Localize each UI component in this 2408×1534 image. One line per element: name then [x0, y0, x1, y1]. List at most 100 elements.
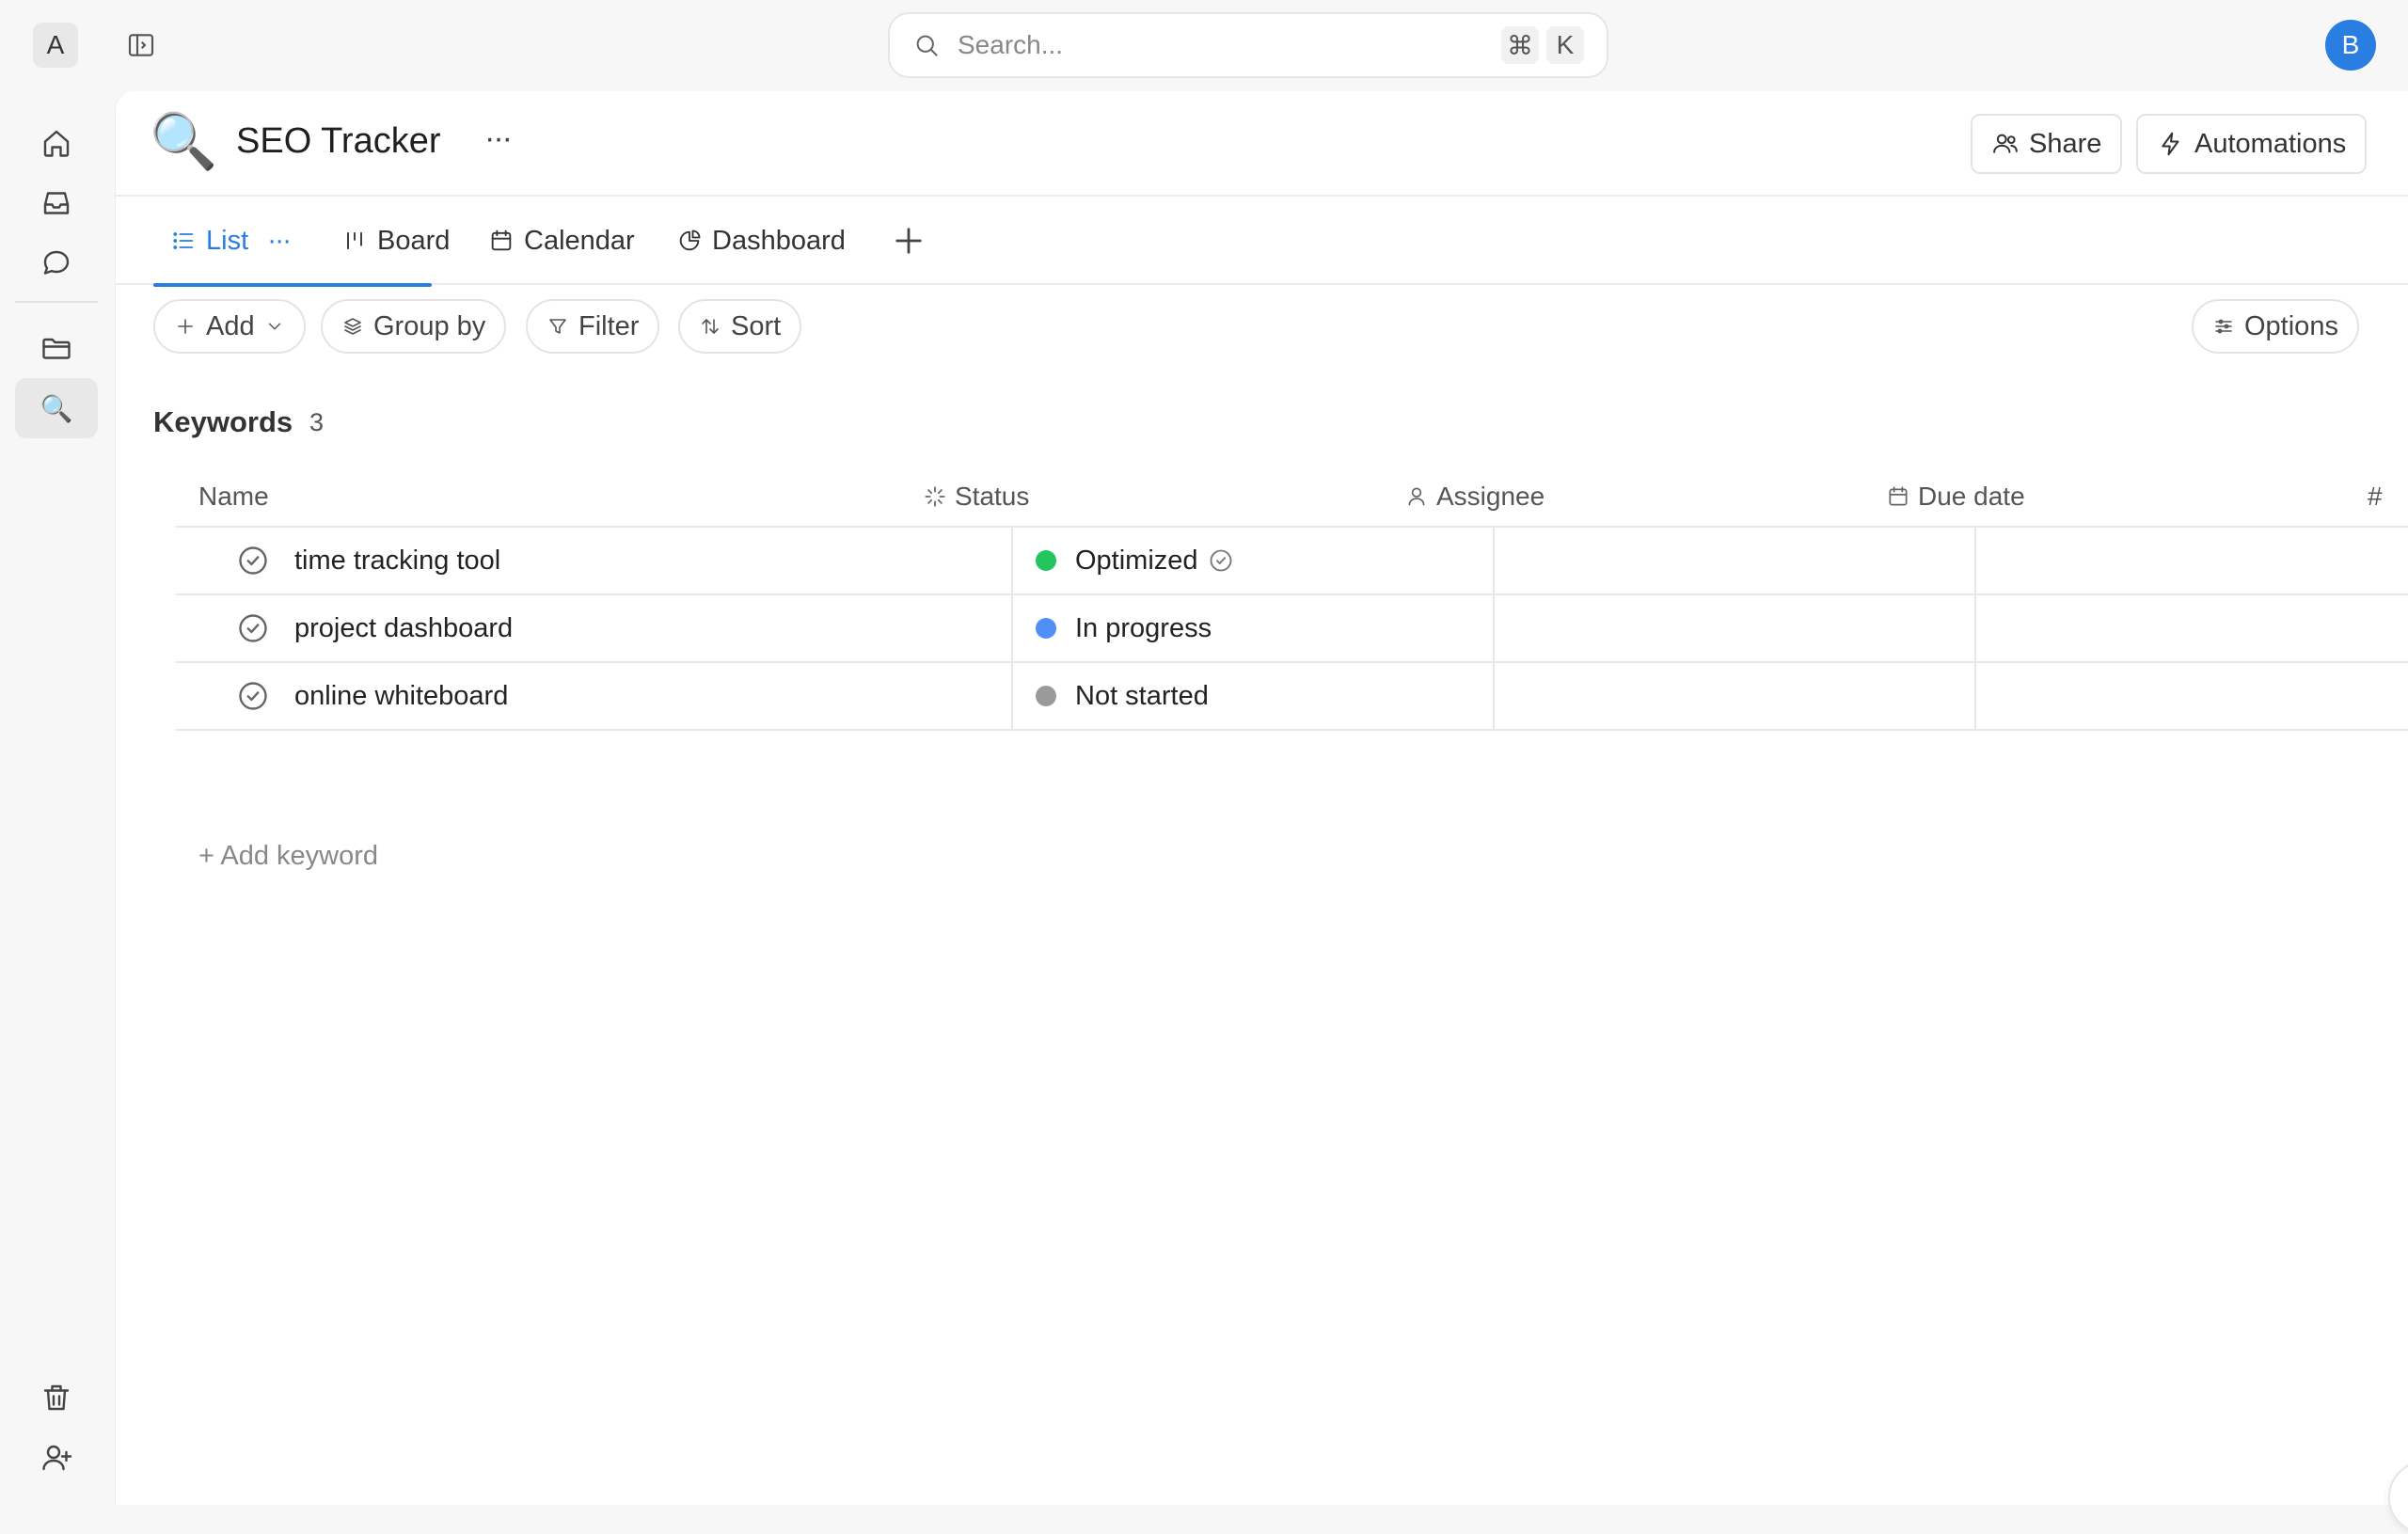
plus-icon: [178, 319, 193, 334]
column-header-due-date[interactable]: Due date: [1886, 466, 2025, 528]
tab-board[interactable]: Board: [341, 197, 450, 285]
left-rail: 🔍: [0, 90, 113, 1505]
add-view-button[interactable]: [889, 221, 928, 261]
rail-divider: [15, 301, 98, 303]
automations-button[interactable]: Automations: [2136, 114, 2368, 174]
section-count: 3: [309, 408, 325, 436]
page-emoji-icon[interactable]: 🔍: [150, 112, 217, 172]
home-icon: [43, 130, 70, 157]
assignee-cell[interactable]: [1495, 663, 1974, 729]
assignee-cell[interactable]: [1495, 595, 1974, 661]
chat-button[interactable]: [15, 233, 98, 293]
search-icon: [912, 31, 941, 59]
name-cell[interactable]: online whiteboard: [236, 663, 508, 729]
trash-button[interactable]: [15, 1368, 98, 1428]
keyword-name: time tracking tool: [294, 545, 501, 576]
automations-label: Automations: [2194, 128, 2347, 159]
folder-button[interactable]: [15, 318, 98, 378]
tab-list-more-button[interactable]: ···: [267, 225, 292, 257]
keyword-name: project dashboard: [294, 612, 514, 643]
section-title[interactable]: Keywords: [153, 405, 293, 439]
status-cell[interactable]: Not started: [1036, 663, 1209, 729]
assignee-cell[interactable]: [1495, 528, 1974, 593]
lightning-icon: [2162, 132, 2179, 156]
search-input[interactable]: Search... ⌘ K: [888, 12, 1608, 78]
inbox-button[interactable]: [15, 173, 98, 233]
status-dot: [1036, 618, 1056, 639]
column-due-date-label: Due date: [1918, 482, 2025, 511]
sliders-icon: [2215, 319, 2232, 334]
table-row[interactable]: time tracking tool Optimized 5: [176, 528, 2408, 595]
users-icon: [1993, 134, 2018, 153]
page-more-button[interactable]: ···: [477, 118, 518, 159]
status-cell[interactable]: In progress: [1036, 595, 1212, 661]
layers-icon: [344, 318, 361, 335]
add-label: Add: [206, 310, 255, 341]
main-panel: 🔍 SEO Tracker ··· Share Automations List…: [115, 91, 2408, 1534]
column-header-status[interactable]: Status: [923, 466, 1029, 528]
add-user-icon: [42, 1445, 72, 1471]
workspace-avatar[interactable]: A: [33, 23, 78, 68]
column-number-symbol: #: [2368, 482, 2383, 511]
options-button[interactable]: Options: [2192, 299, 2359, 354]
table-row[interactable]: online whiteboard Not started: [176, 663, 2408, 731]
tab-board-label: Board: [377, 225, 451, 256]
shortcut-k-key: K: [1546, 26, 1584, 64]
column-header-assignee[interactable]: Assignee: [1404, 466, 1545, 528]
home-button[interactable]: [15, 113, 98, 173]
invite-member-button[interactable]: [15, 1428, 98, 1488]
table-row[interactable]: project dashboard In progress 18: [176, 595, 2408, 663]
group-by-label: Group by: [373, 310, 486, 341]
column-header-number[interactable]: #: [2368, 466, 2383, 528]
status-loader-icon: [925, 486, 945, 507]
ai-assistant-button[interactable]: [2388, 1461, 2408, 1534]
page-title[interactable]: SEO Tracker: [236, 121, 441, 162]
page-header: 🔍 SEO Tracker ··· Share Automations: [116, 91, 2408, 197]
options-label: Options: [2244, 310, 2338, 341]
chevron-down-icon: [268, 323, 280, 330]
due-date-cell[interactable]: [1976, 528, 2408, 593]
sort-label: Sort: [731, 310, 782, 341]
check-circle-icon[interactable]: [236, 679, 270, 713]
due-date-cell[interactable]: [1976, 595, 2408, 661]
check-circle-icon[interactable]: [236, 544, 270, 577]
status-cell[interactable]: Optimized: [1036, 528, 1234, 593]
tab-dashboard-label: Dashboard: [712, 225, 846, 256]
dashboard-icon: [679, 229, 701, 251]
inbox-icon: [43, 192, 70, 214]
column-header-name[interactable]: Name: [198, 466, 269, 528]
sort-arrows-icon: [702, 319, 719, 334]
status-label: Not started: [1075, 680, 1209, 711]
user-avatar[interactable]: B: [2325, 20, 2376, 71]
magnifier-emoji-icon: 🔍: [40, 393, 73, 423]
sidebar-toggle-icon[interactable]: [126, 30, 156, 60]
name-cell[interactable]: project dashboard: [236, 595, 513, 661]
list-toolbar: Add Group by Filter Sort Options: [116, 285, 2408, 366]
filter-button[interactable]: Filter: [526, 299, 660, 354]
tab-calendar[interactable]: Calendar: [488, 197, 635, 285]
status-label: Optimized: [1075, 545, 1198, 576]
check-circle-icon[interactable]: [236, 611, 270, 645]
list-icon: [173, 232, 194, 249]
keywords-table: Name Status Assignee Due date # time tra…: [176, 466, 2408, 731]
filter-icon: [549, 319, 566, 334]
share-label: Share: [2029, 128, 2102, 159]
verified-check-icon: [1210, 549, 1231, 572]
column-divider: [1011, 595, 1013, 661]
due-date-cell[interactable]: [1976, 663, 2408, 729]
add-keyword-button[interactable]: + Add keyword: [198, 841, 378, 872]
add-button[interactable]: Add: [153, 299, 306, 354]
filter-label: Filter: [578, 310, 640, 341]
share-button[interactable]: Share: [1971, 114, 2123, 174]
tab-dashboard[interactable]: Dashboard: [676, 197, 846, 285]
group-by-button[interactable]: Group by: [321, 299, 507, 354]
status-dot: [1036, 550, 1056, 571]
calendar-icon: [491, 229, 512, 251]
plus-icon: [895, 228, 922, 254]
sort-button[interactable]: Sort: [678, 299, 802, 354]
tab-list-label: List: [206, 225, 249, 256]
column-assignee-label: Assignee: [1436, 482, 1545, 511]
name-cell[interactable]: time tracking tool: [236, 528, 500, 593]
seo-tracker-nav-button[interactable]: 🔍: [15, 378, 98, 438]
chat-bubble-icon: [43, 250, 70, 275]
